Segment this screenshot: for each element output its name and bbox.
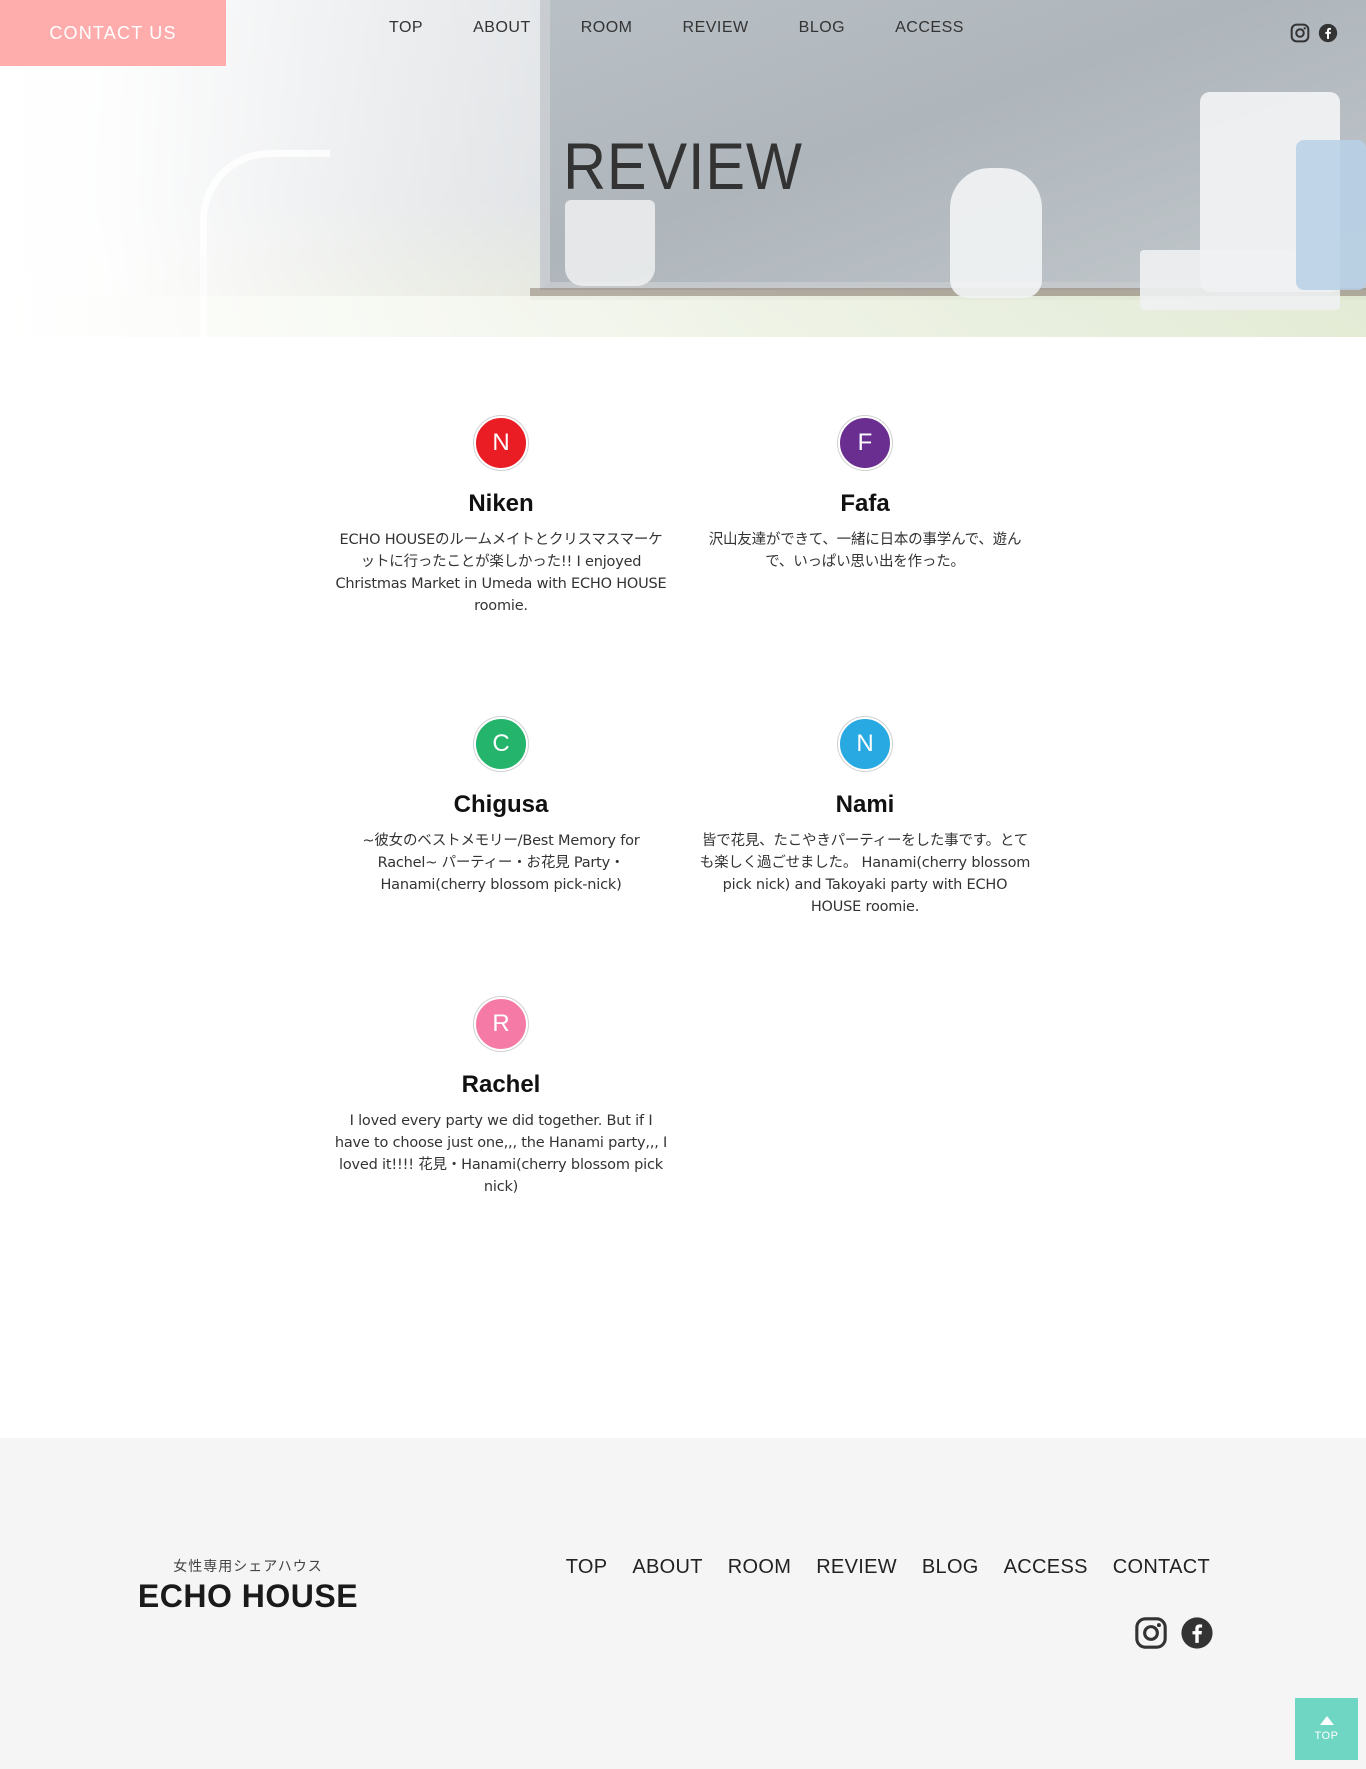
reviewer-name: Fafa bbox=[840, 490, 890, 517]
contact-us-button[interactable]: CONTACT US bbox=[0, 0, 226, 66]
review-card: N Niken ECHO HOUSEのルームメイトとクリスマスマーケットに行った… bbox=[334, 416, 668, 617]
hero-cup-image bbox=[565, 200, 655, 286]
nav-about[interactable]: ABOUT bbox=[473, 19, 531, 37]
page-title: REVIEW bbox=[563, 129, 803, 203]
review-card: R Rachel I loved every party we did toge… bbox=[334, 997, 668, 1198]
header-social-links bbox=[1290, 23, 1338, 43]
reviewer-name: Niken bbox=[468, 490, 534, 517]
hero-towel-image bbox=[1296, 140, 1366, 290]
nav-access[interactable]: ACCESS bbox=[895, 19, 964, 37]
review-text: ~彼女のベストメモリー/Best Memory for Rachel~ パーティ… bbox=[362, 833, 640, 893]
facebook-icon[interactable] bbox=[1180, 1616, 1214, 1650]
footer-subtitle: 女性専用シェアハウス bbox=[173, 1559, 323, 1575]
arrow-up-icon bbox=[1319, 1716, 1334, 1725]
nav-room[interactable]: ROOM bbox=[581, 19, 633, 37]
main-nav: TOP ABOUT ROOM REVIEW BLOG ACCESS bbox=[389, 19, 1014, 37]
nav-blog[interactable]: BLOG bbox=[799, 19, 845, 37]
footer-nav-blog[interactable]: BLOG bbox=[922, 1556, 979, 1579]
footer-logo[interactable]: ECHO HOUSE bbox=[128, 1578, 368, 1615]
instagram-icon[interactable] bbox=[1290, 23, 1310, 43]
review-card: N Nami 皆で花見、たこやきパーティーをした事です。とても楽しく過ごせました… bbox=[698, 717, 1032, 918]
review-card: C Chigusa ~彼女のベストメモリー/Best Memory for Ra… bbox=[334, 717, 668, 896]
avatar: C bbox=[474, 717, 528, 771]
nav-review[interactable]: REVIEW bbox=[683, 19, 749, 37]
back-to-top-label: TOP bbox=[1314, 1730, 1339, 1742]
footer-nav-contact[interactable]: CONTACT bbox=[1113, 1556, 1210, 1579]
avatar: F bbox=[838, 416, 892, 470]
facebook-icon[interactable] bbox=[1318, 23, 1338, 43]
footer-nav-top[interactable]: TOP bbox=[566, 1556, 608, 1579]
footer: 女性専用シェアハウス ECHO HOUSE TOP ABOUT ROOM REV… bbox=[0, 1438, 1366, 1769]
avatar: N bbox=[474, 416, 528, 470]
reviewer-name: Rachel bbox=[461, 1071, 541, 1098]
review-text: I loved every party we did together. But… bbox=[334, 1113, 668, 1195]
avatar: R bbox=[474, 997, 528, 1051]
review-text: 沢山友達ができて、一緒に日本の事学んで、遊んで、いっぱい思い出を作った。 bbox=[708, 532, 1022, 570]
footer-nav: TOP ABOUT ROOM REVIEW BLOG ACCESS CONTAC… bbox=[566, 1556, 1210, 1579]
nav-top[interactable]: TOP bbox=[389, 19, 423, 37]
instagram-icon[interactable] bbox=[1134, 1616, 1168, 1650]
review-card: F Fafa 沢山友達ができて、一緒に日本の事学んで、遊んで、いっぱい思い出を作… bbox=[698, 416, 1032, 573]
reviews-section: N Niken ECHO HOUSEのルームメイトとクリスマスマーケットに行った… bbox=[0, 337, 1366, 1438]
footer-nav-access[interactable]: ACCESS bbox=[1004, 1556, 1088, 1579]
review-text: ECHO HOUSEのルームメイトとクリスマスマーケットに行ったことが楽しかった… bbox=[335, 532, 667, 614]
avatar: N bbox=[838, 717, 892, 771]
reviewer-name: Nami bbox=[835, 791, 895, 818]
reviewer-name: Chigusa bbox=[453, 791, 549, 818]
back-to-top-button[interactable]: TOP bbox=[1295, 1698, 1358, 1760]
footer-nav-room[interactable]: ROOM bbox=[728, 1556, 791, 1579]
review-text: 皆で花見、たこやきパーティーをした事です。とても楽しく過ごせました。 Hanam… bbox=[699, 833, 1031, 915]
footer-nav-review[interactable]: REVIEW bbox=[816, 1556, 897, 1579]
footer-nav-about[interactable]: ABOUT bbox=[632, 1556, 702, 1579]
footer-social-links bbox=[1134, 1616, 1214, 1650]
